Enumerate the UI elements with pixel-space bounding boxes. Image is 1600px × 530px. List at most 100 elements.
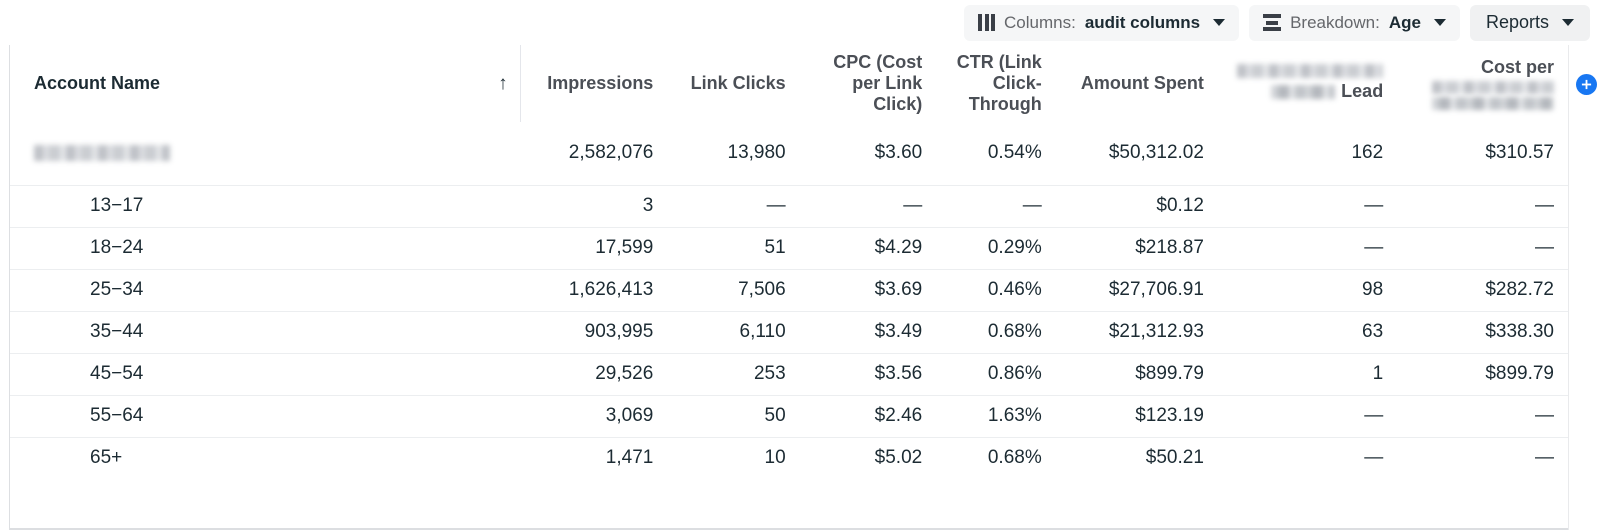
plus-circle-icon[interactable]: [1576, 74, 1597, 95]
cell-cost-per-lead: —: [1397, 184, 1568, 227]
cell-lead: —: [1217, 184, 1398, 227]
cell-account-name: [10, 122, 520, 185]
breakdown-dropdown-value: Age: [1388, 12, 1421, 32]
cell-age-group: 25−34: [10, 268, 521, 311]
redacted-text: [1271, 84, 1336, 99]
cell-ctr: 0.46%: [936, 268, 1056, 311]
cell-ctr: 0.86%: [936, 352, 1056, 395]
redacted-text: [1237, 64, 1384, 79]
column-header-account-name[interactable]: Account Name ↑: [10, 45, 521, 122]
column-header-cost-per-lead[interactable]: Cost per: [1397, 45, 1568, 122]
cell-lead: —: [1217, 226, 1398, 269]
redacted-text: [1432, 81, 1554, 95]
cell-lead: 1: [1217, 352, 1398, 395]
column-header-lead[interactable]: Lead: [1217, 45, 1398, 122]
chevron-down-icon: [1433, 19, 1446, 26]
cell-link-clicks: 50: [667, 394, 800, 437]
cell-impressions: 2,582,076: [568, 142, 654, 164]
cell-link-clicks: 6,110: [667, 310, 800, 353]
cell-amount-spent: $218.87: [1055, 226, 1218, 269]
table-row[interactable]: 45−54 29,526 253 $3.56 0.86% $899.79 1 $…: [10, 352, 1568, 395]
cell-cost-per-lead: —: [1397, 394, 1568, 437]
cell-link-clicks: 13,980: [727, 142, 786, 164]
cell-cpc: —: [799, 184, 937, 227]
column-header-account-name-label: Account Name: [34, 72, 161, 93]
column-header-cost-per-label: Cost per: [1480, 56, 1554, 77]
breakdown-dropdown[interactable]: Breakdown: Age: [1249, 4, 1460, 41]
cell-age-group: 18−24: [10, 226, 521, 269]
cell-amount-spent: $50.21: [1055, 436, 1218, 479]
cell-amount-spent: $0.12: [1055, 184, 1218, 227]
cell-cost-per-lead: $310.57: [1485, 142, 1554, 164]
cell-cpc: $2.46: [799, 394, 937, 437]
cell-age-group: 13−17: [10, 184, 521, 227]
reports-button-label: Reports: [1485, 12, 1549, 32]
cell-link-clicks: 253: [667, 352, 800, 395]
cell-cpc: $3.69: [799, 268, 937, 311]
column-header-lead-label: Lead: [1341, 81, 1384, 102]
table-row[interactable]: 55−64 3,069 50 $2.46 1.63% $123.19 — —: [10, 394, 1568, 437]
cell-impressions: 17,599: [520, 226, 668, 269]
cell-amount-spent: $899.79: [1055, 352, 1218, 395]
column-header-impressions[interactable]: Impressions: [520, 45, 668, 122]
table-row[interactable]: 25−34 1,626,413 7,506 $3.69 0.46% $27,70…: [10, 268, 1568, 311]
table-header: Account Name ↑ Impressions Link Clicks C…: [10, 45, 1568, 122]
data-table: Account Name ↑ Impressions Link Clicks C…: [10, 45, 1568, 479]
cell-ctr: 1.63%: [936, 394, 1056, 437]
breakdown-icon: [1263, 14, 1282, 31]
column-header-amount-spent[interactable]: Amount Spent: [1055, 45, 1218, 122]
chevron-down-icon: [1213, 19, 1226, 26]
cell-impressions: 1,626,413: [520, 268, 668, 311]
table-row[interactable]: 13−17 3 — — — $0.12 — —: [10, 184, 1568, 227]
cell-link-clicks: 10: [667, 436, 800, 479]
cell-lead: 98: [1217, 268, 1398, 311]
redacted-account-name: [34, 145, 170, 162]
cell-ctr: —: [936, 184, 1056, 227]
cell-cost-per-lead: $338.30: [1397, 310, 1568, 353]
redacted-text: [1432, 97, 1554, 111]
cell-ctr: 0.68%: [936, 436, 1056, 479]
columns-icon: [978, 14, 996, 31]
cell-age-group: 65+: [10, 436, 521, 479]
table-toolbar: Columns: audit columns Breakdown: Age Re…: [0, 0, 1600, 45]
cell-ctr: 0.68%: [936, 310, 1056, 353]
cell-link-clicks: 7,506: [667, 268, 800, 311]
cell-amount-spent: $21,312.93: [1055, 310, 1218, 353]
cell-lead: —: [1217, 436, 1398, 479]
cell-link-clicks: 51: [667, 226, 800, 269]
cell-ctr: 0.54%: [987, 142, 1042, 164]
cell-lead: 162: [1351, 142, 1384, 164]
cell-age-group: 55−64: [10, 394, 521, 437]
table-row[interactable]: 35−44 903,995 6,110 $3.49 0.68% $21,312.…: [10, 310, 1568, 353]
cell-cost-per-lead: —: [1397, 226, 1568, 269]
cell-cost-per-lead: $899.79: [1397, 352, 1568, 395]
cell-age-group: 35−44: [10, 310, 521, 353]
table-body: 2,582,076 13,980 $3.60 0.54% $50,312.02 …: [10, 122, 1568, 479]
cell-age-group: 45−54: [10, 352, 521, 395]
column-header-link-clicks[interactable]: Link Clicks: [667, 45, 800, 122]
header-row: Account Name ↑ Impressions Link Clicks C…: [10, 45, 1568, 122]
cell-cpc: $3.60: [874, 142, 923, 164]
cell-cpc: $3.49: [799, 310, 937, 353]
table-row[interactable]: 65+ 1,471 10 $5.02 0.68% $50.21 — —: [10, 436, 1568, 479]
table-row-summary[interactable]: 2,582,076 13,980 $3.60 0.54% $50,312.02 …: [10, 122, 1568, 185]
breakdown-dropdown-label: Breakdown:: [1290, 12, 1380, 32]
cell-cpc: $4.29: [799, 226, 937, 269]
cell-impressions: 3,069: [520, 394, 668, 437]
columns-dropdown-label: Columns:: [1004, 12, 1076, 32]
cell-cpc: $5.02: [799, 436, 937, 479]
columns-dropdown[interactable]: Columns: audit columns: [964, 4, 1240, 41]
table-row[interactable]: 18−24 17,599 51 $4.29 0.29% $218.87 — —: [10, 226, 1568, 269]
cell-amount-spent: $50,312.02: [1108, 142, 1204, 164]
ads-breakdown-table: Account Name ↑ Impressions Link Clicks C…: [9, 45, 1597, 530]
cell-impressions: 29,526: [520, 352, 668, 395]
cell-lead: 63: [1217, 310, 1398, 353]
cell-link-clicks: —: [667, 184, 800, 227]
columns-dropdown-value: audit columns: [1084, 12, 1201, 32]
reports-button[interactable]: Reports: [1469, 4, 1590, 41]
cell-amount-spent: $27,706.91: [1055, 268, 1218, 311]
cell-cost-per-lead: $282.72: [1397, 268, 1568, 311]
column-header-ctr[interactable]: CTR (Link Click-Through: [936, 45, 1056, 122]
cell-lead: —: [1217, 394, 1398, 437]
column-header-cpc[interactable]: CPC (Cost per Link Click): [799, 45, 937, 122]
